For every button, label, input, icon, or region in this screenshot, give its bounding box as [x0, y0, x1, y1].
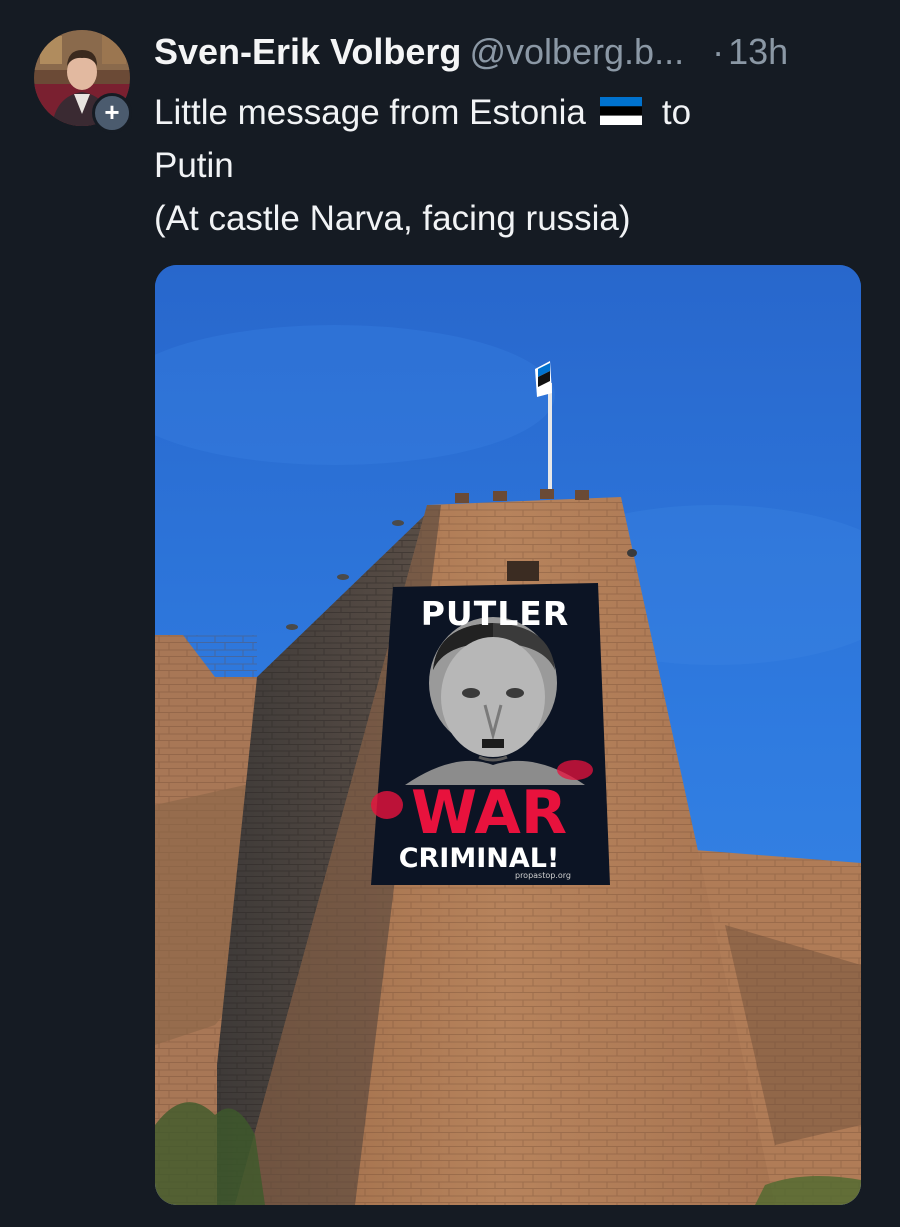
banner-headline: WAR [411, 778, 567, 848]
post-timestamp[interactable]: 13h [728, 31, 788, 72]
putler-banner: PUTLER WAR CRIMINAL! propastop.org [371, 583, 610, 885]
post-header: Sven-Erik Volberg @volberg.b... · 13h [154, 28, 874, 76]
banner-subline: CRIMINAL! [399, 843, 560, 874]
post-text-line-2: Putin [154, 146, 234, 185]
post-text-line-3: (At castle Narva, facing russia) [154, 199, 631, 238]
post-text-line-1: Little message from Estonia to [154, 86, 854, 139]
castle-photo: PUTLER WAR CRIMINAL! propastop.org [155, 265, 861, 1205]
post-text-after-flag: to [661, 93, 692, 132]
post-media-image[interactable]: PUTLER WAR CRIMINAL! propastop.org [155, 265, 861, 1205]
post-text: Little message from Estonia to Putin (At… [154, 86, 854, 245]
header-separator: · [712, 31, 725, 72]
banner-title: PUTLER [421, 594, 569, 633]
estonia-flag-icon [599, 96, 642, 125]
banner-url: propastop.org [515, 871, 571, 880]
author-handle[interactable]: @volberg.b... [469, 31, 684, 72]
post[interactable]: + Sven-Erik Volberg @volberg.b... · 13h Lit… [0, 0, 900, 1227]
post-text-before-flag: Little message from Estonia [154, 93, 586, 132]
follow-button[interactable]: + [92, 93, 132, 133]
avatar-container[interactable]: + [34, 30, 132, 133]
author-display-name[interactable]: Sven-Erik Volberg [154, 31, 461, 72]
